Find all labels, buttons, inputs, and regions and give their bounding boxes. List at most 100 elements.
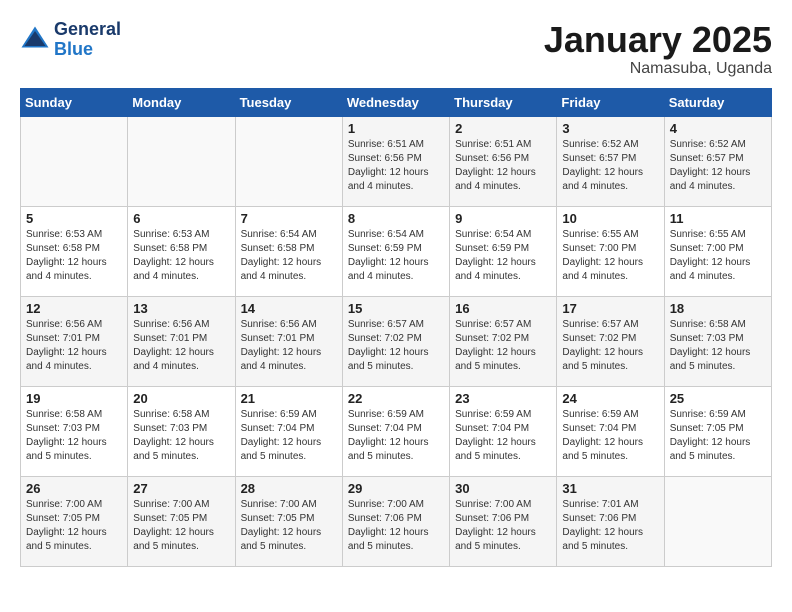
col-sunday: Sunday [21, 88, 128, 116]
table-row: 5 Sunrise: 6:53 AM Sunset: 6:58 PM Daylig… [21, 206, 128, 296]
day-number: 26 [26, 481, 122, 496]
cell-content: Sunrise: 7:00 AM Sunset: 7:05 PM Dayligh… [241, 498, 337, 554]
day-number: 30 [455, 481, 551, 496]
table-row [21, 116, 128, 206]
col-wednesday: Wednesday [342, 88, 449, 116]
day-number: 31 [562, 481, 658, 496]
cell-content: Sunrise: 7:00 AM Sunset: 7:06 PM Dayligh… [455, 498, 551, 554]
calendar-table: Sunday Monday Tuesday Wednesday Thursday… [20, 88, 772, 567]
table-row: 30 Sunrise: 7:00 AM Sunset: 7:06 PM Dayli… [450, 476, 557, 566]
table-row: 3 Sunrise: 6:52 AM Sunset: 6:57 PM Daylig… [557, 116, 664, 206]
table-row: 21 Sunrise: 6:59 AM Sunset: 7:04 PM Dayli… [235, 386, 342, 476]
table-row: 22 Sunrise: 6:59 AM Sunset: 7:04 PM Dayli… [342, 386, 449, 476]
calendar-title: January 2025 [544, 20, 772, 60]
day-number: 16 [455, 301, 551, 316]
table-row [128, 116, 235, 206]
cell-content: Sunrise: 6:51 AM Sunset: 6:56 PM Dayligh… [455, 138, 551, 194]
table-row: 13 Sunrise: 6:56 AM Sunset: 7:01 PM Dayli… [128, 296, 235, 386]
table-row: 24 Sunrise: 6:59 AM Sunset: 7:04 PM Dayli… [557, 386, 664, 476]
day-number: 24 [562, 391, 658, 406]
calendar-week-row: 26 Sunrise: 7:00 AM Sunset: 7:05 PM Dayli… [21, 476, 772, 566]
cell-content: Sunrise: 6:57 AM Sunset: 7:02 PM Dayligh… [455, 318, 551, 374]
day-number: 27 [133, 481, 229, 496]
table-row: 1Sunrise: 6:51 AM Sunset: 6:56 PM Daylig… [342, 116, 449, 206]
cell-content: Sunrise: 6:59 AM Sunset: 7:04 PM Dayligh… [241, 408, 337, 464]
table-row: 8Sunrise: 6:54 AM Sunset: 6:59 PM Daylig… [342, 206, 449, 296]
table-row: 20Sunrise: 6:58 AM Sunset: 7:03 PM Dayli… [128, 386, 235, 476]
day-number: 5 [26, 211, 122, 226]
cell-content: Sunrise: 6:56 AM Sunset: 7:01 PM Dayligh… [241, 318, 337, 374]
cell-content: Sunrise: 6:59 AM Sunset: 7:04 PM Dayligh… [562, 408, 658, 464]
table-row: 14 Sunrise: 6:56 AM Sunset: 7:01 PM Dayli… [235, 296, 342, 386]
cell-content: Sunrise: 6:53 AM Sunset: 6:58 PM Dayligh… [133, 228, 229, 284]
cell-content: Sunrise: 6:54 AM Sunset: 6:58 PM Dayligh… [241, 228, 337, 284]
col-saturday: Saturday [664, 88, 771, 116]
cell-content: Sunrise: 6:53 AM Sunset: 6:58 PM Dayligh… [26, 228, 122, 284]
col-tuesday: Tuesday [235, 88, 342, 116]
table-row: 31 Sunrise: 7:01 AM Sunset: 7:06 PM Dayli… [557, 476, 664, 566]
day-number: 15 [348, 301, 444, 316]
calendar-header-row: Sunday Monday Tuesday Wednesday Thursday… [21, 88, 772, 116]
logo-text: General Blue [54, 20, 121, 60]
day-number: 2 [455, 121, 551, 136]
table-row: 6 Sunrise: 6:53 AM Sunset: 6:58 PM Daylig… [128, 206, 235, 296]
table-row: 12Sunrise: 6:56 AM Sunset: 7:01 PM Dayli… [21, 296, 128, 386]
cell-content: Sunrise: 7:00 AM Sunset: 7:06 PM Dayligh… [348, 498, 444, 554]
day-number: 9 [455, 211, 551, 226]
col-thursday: Thursday [450, 88, 557, 116]
day-number: 17 [562, 301, 658, 316]
day-number: 7 [241, 211, 337, 226]
cell-content: Sunrise: 7:01 AM Sunset: 7:06 PM Dayligh… [562, 498, 658, 554]
day-number: 25 [670, 391, 766, 406]
day-number: 13 [133, 301, 229, 316]
table-row: 28 Sunrise: 7:00 AM Sunset: 7:05 PM Dayli… [235, 476, 342, 566]
table-row: 4Sunrise: 6:52 AM Sunset: 6:57 PM Daylig… [664, 116, 771, 206]
cell-content: Sunrise: 7:00 AM Sunset: 7:05 PM Dayligh… [26, 498, 122, 554]
cell-content: Sunrise: 6:56 AM Sunset: 7:01 PM Dayligh… [26, 318, 122, 374]
cell-content: Sunrise: 6:59 AM Sunset: 7:05 PM Dayligh… [670, 408, 766, 464]
table-row: 7 Sunrise: 6:54 AM Sunset: 6:58 PM Daylig… [235, 206, 342, 296]
cell-content: Sunrise: 7:00 AM Sunset: 7:05 PM Dayligh… [133, 498, 229, 554]
col-friday: Friday [557, 88, 664, 116]
day-number: 28 [241, 481, 337, 496]
table-row: 9Sunrise: 6:54 AM Sunset: 6:59 PM Daylig… [450, 206, 557, 296]
cell-content: Sunrise: 6:56 AM Sunset: 7:01 PM Dayligh… [133, 318, 229, 374]
calendar-subtitle: Namasuba, Uganda [544, 60, 772, 78]
day-number: 14 [241, 301, 337, 316]
day-number: 21 [241, 391, 337, 406]
day-number: 1 [348, 121, 444, 136]
cell-content: Sunrise: 6:54 AM Sunset: 6:59 PM Dayligh… [348, 228, 444, 284]
table-row: 18Sunrise: 6:58 AM Sunset: 7:03 PM Dayli… [664, 296, 771, 386]
day-number: 6 [133, 211, 229, 226]
table-row: 17Sunrise: 6:57 AM Sunset: 7:02 PM Dayli… [557, 296, 664, 386]
day-number: 22 [348, 391, 444, 406]
cell-content: Sunrise: 6:55 AM Sunset: 7:00 PM Dayligh… [670, 228, 766, 284]
day-number: 20 [133, 391, 229, 406]
day-number: 10 [562, 211, 658, 226]
cell-content: Sunrise: 6:52 AM Sunset: 6:57 PM Dayligh… [670, 138, 766, 194]
cell-content: Sunrise: 6:55 AM Sunset: 7:00 PM Dayligh… [562, 228, 658, 284]
table-row: 10 Sunrise: 6:55 AM Sunset: 7:00 PM Dayli… [557, 206, 664, 296]
table-row: 26 Sunrise: 7:00 AM Sunset: 7:05 PM Dayli… [21, 476, 128, 566]
page-header: General Blue January 2025 Namasuba, Ugan… [20, 20, 772, 78]
table-row: 23Sunrise: 6:59 AM Sunset: 7:04 PM Dayli… [450, 386, 557, 476]
calendar-week-row: 12Sunrise: 6:56 AM Sunset: 7:01 PM Dayli… [21, 296, 772, 386]
calendar-week-row: 1 Sunrise: 6:51 AM Sunset: 6:56 PM Daylig… [21, 116, 772, 206]
table-row [664, 476, 771, 566]
table-row: 2 Sunrise: 6:51 AM Sunset: 6:56 PM Daylig… [450, 116, 557, 206]
cell-content: Sunrise: 6:58 AM Sunset: 7:03 PM Dayligh… [670, 318, 766, 374]
table-row [235, 116, 342, 206]
table-row: 16 Sunrise: 6:57 AM Sunset: 7:02 PM Dayli… [450, 296, 557, 386]
day-number: 19 [26, 391, 122, 406]
day-number: 23 [455, 391, 551, 406]
cell-content: Sunrise: 6:59 AM Sunset: 7:04 PM Dayligh… [348, 408, 444, 464]
cell-content: Sunrise: 6:57 AM Sunset: 7:02 PM Dayligh… [348, 318, 444, 374]
table-row: 29Sunrise: 7:00 AM Sunset: 7:06 PM Dayli… [342, 476, 449, 566]
table-row: 19 Sunrise: 6:58 AM Sunset: 7:03 PM Dayli… [21, 386, 128, 476]
cell-content: Sunrise: 6:58 AM Sunset: 7:03 PM Dayligh… [26, 408, 122, 464]
day-number: 3 [562, 121, 658, 136]
table-row: 25 Sunrise: 6:59 AM Sunset: 7:05 PM Dayli… [664, 386, 771, 476]
cell-content: Sunrise: 6:52 AM Sunset: 6:57 PM Dayligh… [562, 138, 658, 194]
table-row: 11Sunrise: 6:55 AM Sunset: 7:00 PM Dayli… [664, 206, 771, 296]
logo: General Blue [20, 20, 121, 60]
